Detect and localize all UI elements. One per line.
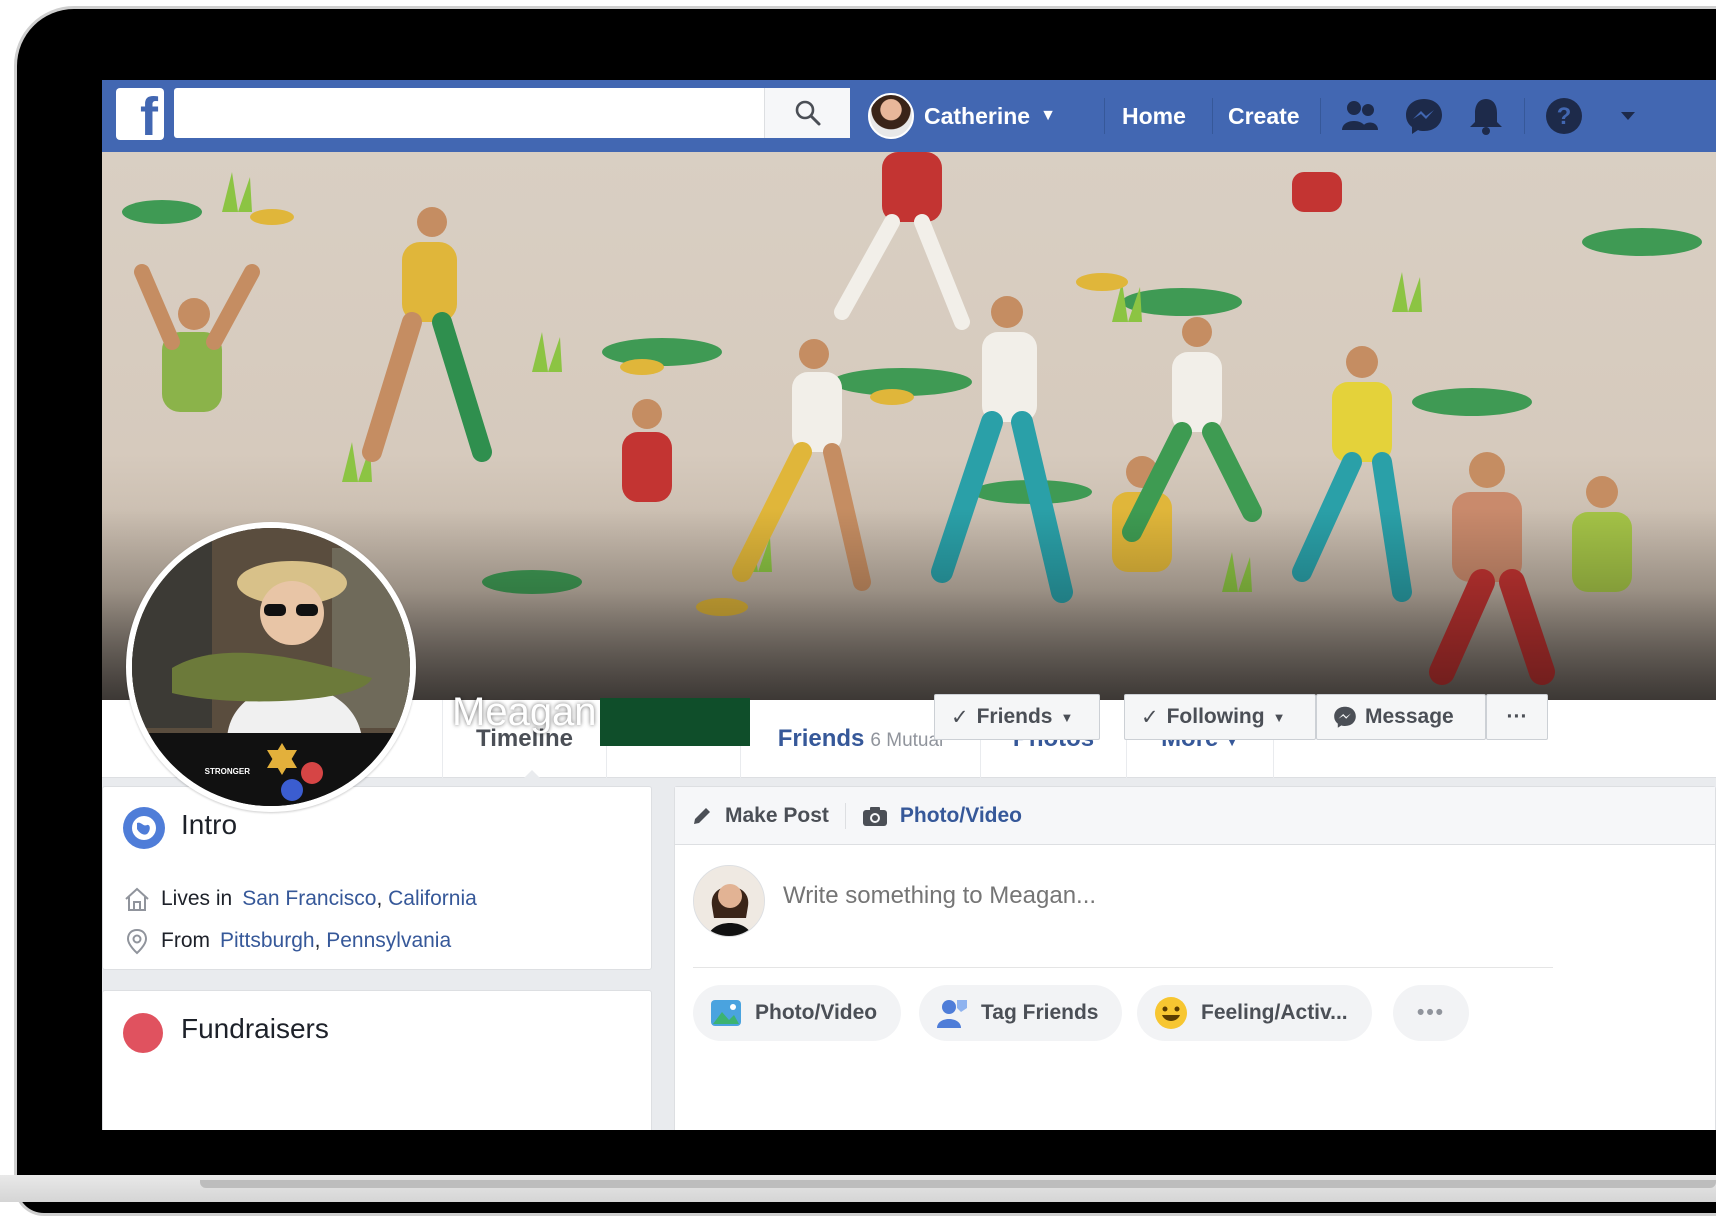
profile-picture[interactable]: STRONGER — [126, 522, 416, 812]
photo-video-tab[interactable]: Photo/Video — [846, 804, 1038, 828]
search-box — [174, 88, 850, 138]
composer-more-button[interactable]: ••• — [1393, 985, 1469, 1041]
fundraisers-card: Fundraisers — [102, 990, 652, 1130]
feeling-activity-label: Feeling/Activ... — [1201, 1001, 1348, 1024]
profile-photo-image: STRONGER — [132, 528, 410, 806]
caret-down-icon: ▼ — [1060, 709, 1074, 725]
from-city-link[interactable]: Pittsburgh — [220, 929, 315, 952]
top-navigation-bar: f Catherine ▼ Home Create ? — [102, 80, 1716, 152]
intro-from: From Pittsburgh, Pennsylvania — [123, 927, 451, 955]
nav-user-name: Catherine — [924, 102, 1031, 129]
help-icon[interactable]: ? — [1544, 96, 1584, 136]
caret-down-icon: ▼ — [1272, 709, 1286, 725]
fundraisers-title: Fundraisers — [181, 1013, 329, 1044]
lives-state-link[interactable]: California — [388, 887, 477, 910]
from-label: From — [161, 929, 210, 952]
camera-icon — [862, 806, 887, 826]
globe-icon — [123, 807, 165, 849]
nav-divider — [1212, 98, 1213, 134]
profile-name[interactable]: Meagan — [452, 690, 597, 735]
facebook-logo[interactable]: f — [116, 88, 164, 140]
tag-friends-button[interactable]: Tag Friends — [919, 985, 1123, 1041]
composer-header: Make Post Photo/Video — [675, 787, 1715, 845]
make-post-label: Make Post — [725, 803, 829, 827]
search-input[interactable] — [174, 88, 774, 138]
feeling-activity-button[interactable]: Feeling/Activ... — [1137, 985, 1372, 1041]
check-icon: ✓ — [1141, 705, 1159, 729]
name-redaction-block — [600, 698, 750, 746]
tag-friends-icon — [937, 1000, 967, 1028]
post-composer: Make Post Photo/Video Write something to… — [674, 786, 1716, 1130]
message-button[interactable]: Message — [1316, 694, 1486, 740]
friends-icon[interactable] — [1340, 96, 1380, 136]
heart-icon — [123, 1013, 163, 1053]
notifications-icon[interactable] — [1466, 96, 1506, 136]
intro-title: Intro — [181, 809, 238, 840]
lives-city-link[interactable]: San Francisco — [242, 887, 376, 910]
mutual-friends-count: 6 Mutual — [870, 730, 944, 751]
photo-video-action-button[interactable]: Photo/Video — [693, 985, 902, 1041]
tab-friends-label: Friends — [777, 725, 865, 752]
composer-avatar — [693, 865, 765, 937]
composer-input[interactable] — [783, 882, 1483, 910]
photo-video-tab-label: Photo/Video — [899, 803, 1022, 827]
tag-friends-label: Tag Friends — [981, 1001, 1099, 1024]
photo-icon — [711, 1000, 741, 1026]
account-menu-caret-icon[interactable] — [1608, 96, 1648, 136]
make-post-tab[interactable]: Make Post — [675, 804, 845, 828]
messenger-icon[interactable] — [1404, 96, 1444, 136]
smiley-icon — [1155, 997, 1187, 1029]
friends-status-label: Friends — [976, 705, 1053, 728]
composer-more-dots-icon: ••• — [1416, 1001, 1446, 1024]
laptop-lip — [200, 1180, 1716, 1188]
location-pin-icon — [126, 928, 148, 955]
pencil-icon — [694, 807, 710, 824]
intro-lives-in: Lives in San Francisco, California — [123, 885, 477, 913]
photo-video-action-label: Photo/Video — [755, 1001, 878, 1024]
svg-text:?: ? — [1557, 103, 1572, 130]
message-label: Message — [1365, 705, 1454, 728]
nav-avatar — [868, 93, 914, 139]
following-label: Following — [1166, 705, 1265, 728]
check-icon: ✓ — [951, 705, 969, 729]
lives-in-label: Lives in — [161, 887, 233, 910]
friends-status-button[interactable]: ✓ Friends ▼ — [934, 694, 1100, 740]
search-icon — [795, 100, 820, 126]
messenger-icon — [1334, 706, 1356, 728]
more-dots-icon: ··· — [1506, 705, 1528, 728]
following-button[interactable]: ✓ Following ▼ — [1124, 694, 1316, 740]
composer-divider — [693, 967, 1553, 968]
profile-more-button[interactable]: ··· — [1486, 694, 1548, 740]
nav-divider — [1104, 98, 1105, 134]
nav-divider — [1524, 98, 1525, 134]
active-tab-pointer — [523, 770, 541, 779]
nav-profile-link[interactable]: Catherine ▼ — [868, 86, 1056, 146]
home-icon — [125, 887, 149, 911]
from-state-link[interactable]: Pennsylvania — [326, 929, 451, 952]
nav-create-link[interactable]: Create — [1228, 80, 1300, 152]
profile-badge-text: STRONGER — [205, 767, 251, 776]
browser-screen: f Catherine ▼ Home Create ? Meagan ✓ Fri… — [102, 80, 1716, 1130]
intro-card: Intro Lives in San Francisco, California… — [102, 786, 652, 970]
nav-home-link[interactable]: Home — [1122, 80, 1186, 152]
search-button[interactable] — [764, 88, 850, 138]
nav-user-caret-icon: ▼ — [1040, 107, 1056, 124]
nav-divider — [1320, 98, 1321, 134]
